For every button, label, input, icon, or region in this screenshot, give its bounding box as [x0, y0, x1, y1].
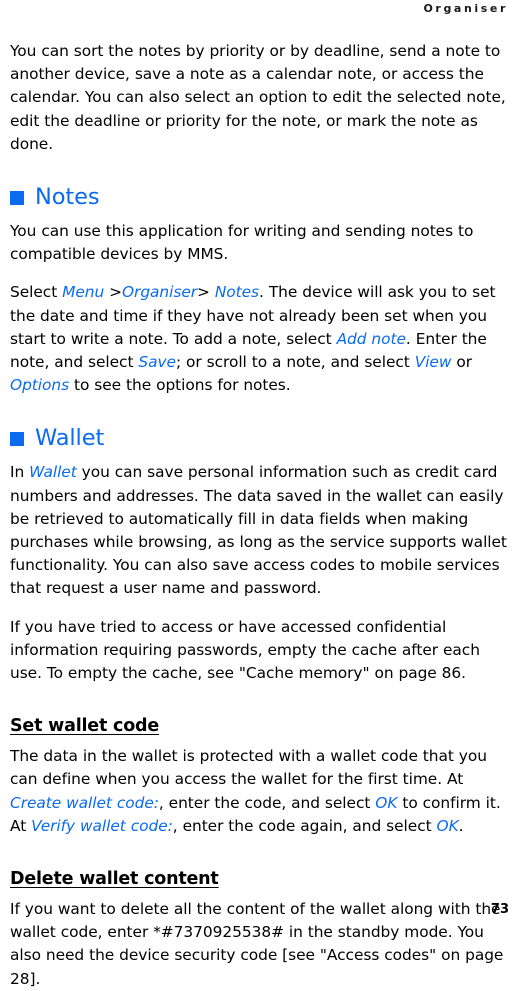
- page-number: 73: [490, 902, 509, 917]
- ui-term: Notes: [214, 283, 260, 302]
- ui-term: Save: [138, 353, 176, 372]
- subsection-heading-set-wallet-code-wrap: Set wallet code: [10, 715, 509, 737]
- ui-term: OK: [436, 816, 459, 835]
- ui-term: Organiser: [121, 283, 198, 302]
- paragraph-wallet-2: If you have tried to access or have acce…: [10, 617, 480, 683]
- paragraph-set-wallet-code-1: The data in the wallet is protected with…: [10, 747, 501, 835]
- ui-term: Add note: [336, 329, 406, 348]
- ui-term: Wallet: [29, 463, 77, 482]
- section-heading-notes: Notes: [10, 184, 509, 210]
- paragraph-delete-wallet-content-1: If you want to delete all the content of…: [10, 900, 504, 988]
- ui-term: Verify wallet code:: [31, 816, 173, 835]
- subsection-title-set-wallet-code: Set wallet code: [10, 716, 160, 737]
- ui-term: View: [414, 353, 452, 372]
- ui-term: Options: [10, 376, 70, 395]
- section-heading-wallet: Wallet: [10, 425, 509, 451]
- section-title-wallet: Wallet: [35, 425, 105, 452]
- running-header-title: Organiser: [423, 2, 508, 15]
- blue-square-bullet-icon: [10, 191, 24, 206]
- manual-page: Organiser You can sort the notes by prio…: [0, 0, 519, 988]
- ui-term: Create wallet code:: [10, 793, 159, 812]
- paragraph-notes-2: Select Menu >Organiser> Notes. The devic…: [10, 283, 496, 395]
- paragraph-wallet-1: In Wallet you can save personal informat…: [10, 463, 507, 598]
- subsection-title-delete-wallet-content: Delete wallet content: [10, 869, 219, 890]
- ui-term: OK: [375, 793, 398, 812]
- paragraph-notes-1: You can use this application for writing…: [10, 222, 474, 264]
- intro-paragraph: You can sort the notes by priority or by…: [10, 42, 506, 153]
- blue-square-bullet-icon: [10, 432, 24, 447]
- subsection-heading-delete-wallet-content-wrap: Delete wallet content: [10, 868, 509, 890]
- section-title-notes: Notes: [35, 184, 100, 211]
- ui-term: Menu: [62, 283, 105, 302]
